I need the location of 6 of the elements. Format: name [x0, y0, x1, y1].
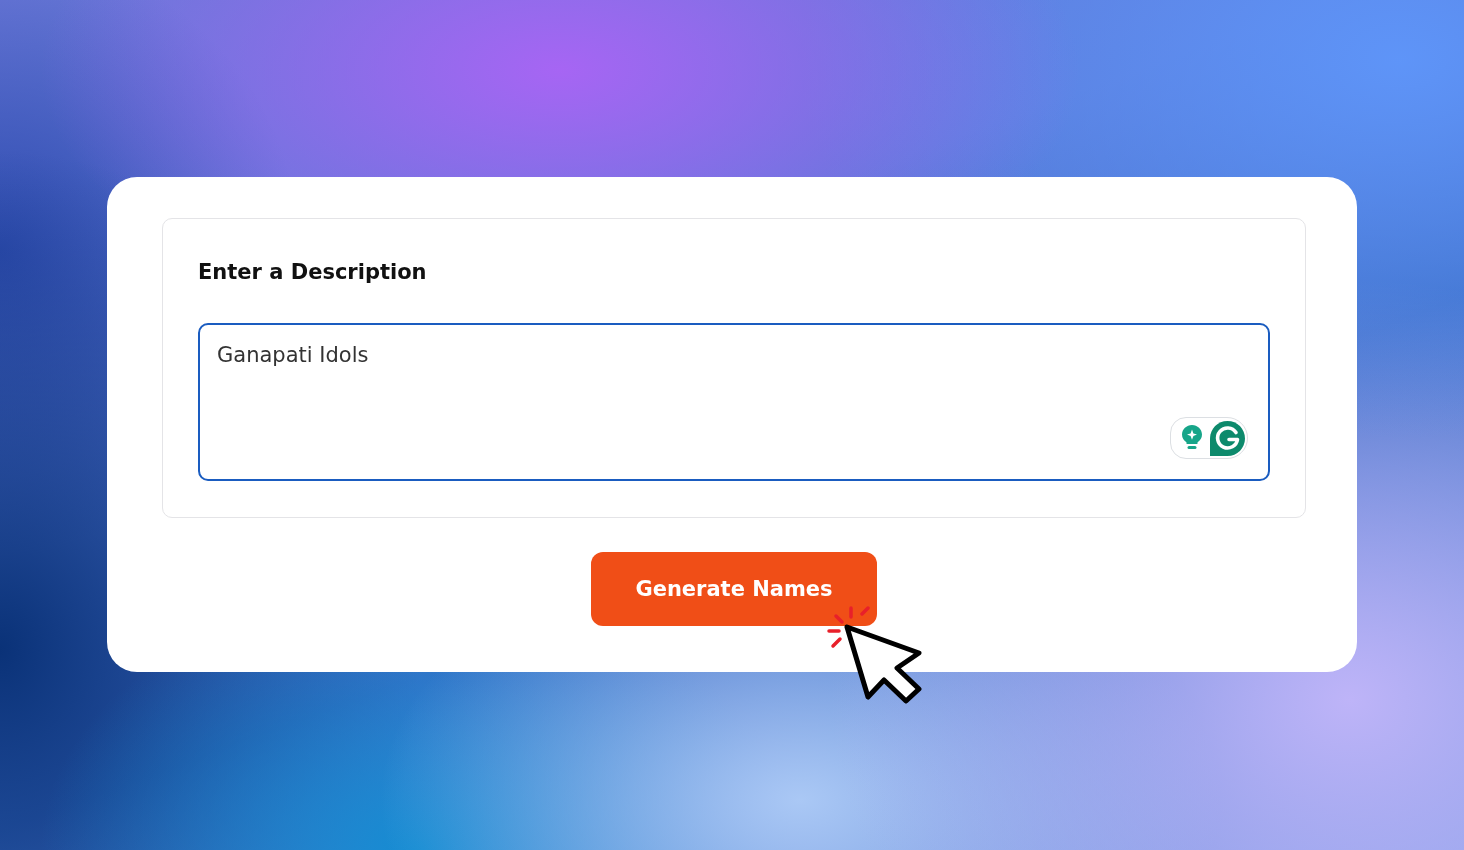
description-field[interactable]: Ganapati Idols	[198, 323, 1270, 481]
writing-assistant-widget[interactable]	[1170, 417, 1248, 459]
lightbulb-icon	[1182, 425, 1202, 451]
generate-button[interactable]: Generate Names	[591, 552, 877, 626]
field-label: Enter a Description	[198, 259, 427, 286]
g-logo-icon	[1210, 420, 1245, 456]
